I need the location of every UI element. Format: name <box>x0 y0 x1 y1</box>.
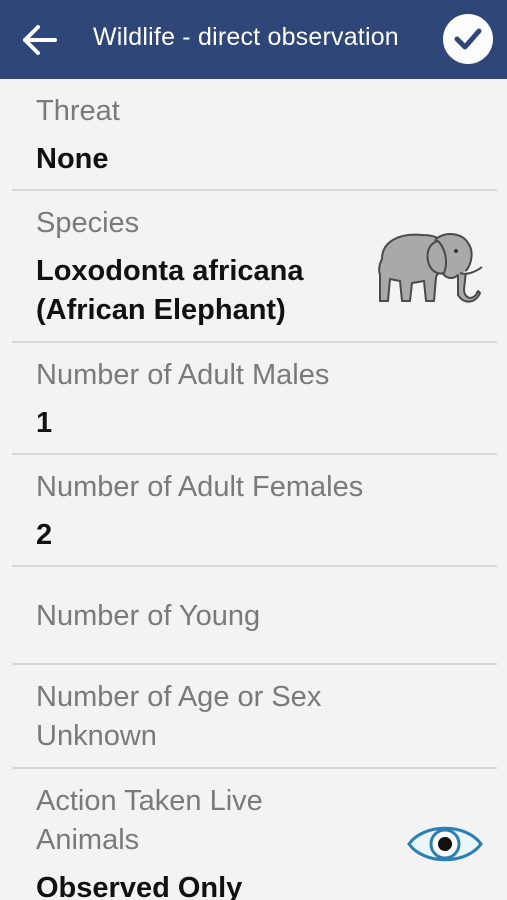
field-label: Threat <box>36 95 120 127</box>
field-value: 2 <box>36 519 53 551</box>
field-label: Number of Adult Females <box>36 471 364 503</box>
field-threat[interactable]: Threat None <box>0 79 507 189</box>
page-title: Wildlife - direct observation <box>93 23 399 51</box>
field-adult-males[interactable]: Number of Adult Males 1 <box>0 343 507 453</box>
field-value: 1 <box>36 407 53 439</box>
field-label: Species <box>36 207 140 239</box>
field-label-line-2: Unknown <box>36 720 157 752</box>
field-label-line-1: Number of Age or Sex <box>36 681 322 713</box>
field-value: Observed Only <box>36 872 243 900</box>
field-young[interactable]: Number of Young <box>0 567 507 663</box>
elephant-icon <box>378 233 483 303</box>
app-bar: Wildlife - direct observation <box>0 0 507 79</box>
eye-icon <box>407 826 483 862</box>
confirm-button[interactable] <box>443 14 493 64</box>
back-button[interactable] <box>18 20 62 60</box>
field-label: Number of Young <box>36 600 261 632</box>
field-label-line-1: Action Taken Live <box>36 785 263 817</box>
field-value: None <box>36 143 109 175</box>
field-label-line-2: Animals <box>36 824 140 856</box>
observation-fields: Threat None Species Loxodonta africana (… <box>0 79 507 900</box>
arrow-left-icon <box>23 25 57 55</box>
check-icon <box>454 28 482 50</box>
field-label: Number of Adult Males <box>36 359 330 391</box>
field-value-line-1: Loxodonta africana <box>36 255 304 287</box>
field-species[interactable]: Species Loxodonta africana (African Elep… <box>0 191 507 341</box>
field-action-taken[interactable]: Action Taken Live Animals Observed Only <box>0 769 507 900</box>
field-value-line-2: (African Elephant) <box>36 294 286 326</box>
field-age-sex-unknown[interactable]: Number of Age or Sex Unknown <box>0 665 507 767</box>
field-adult-females[interactable]: Number of Adult Females 2 <box>0 455 507 565</box>
